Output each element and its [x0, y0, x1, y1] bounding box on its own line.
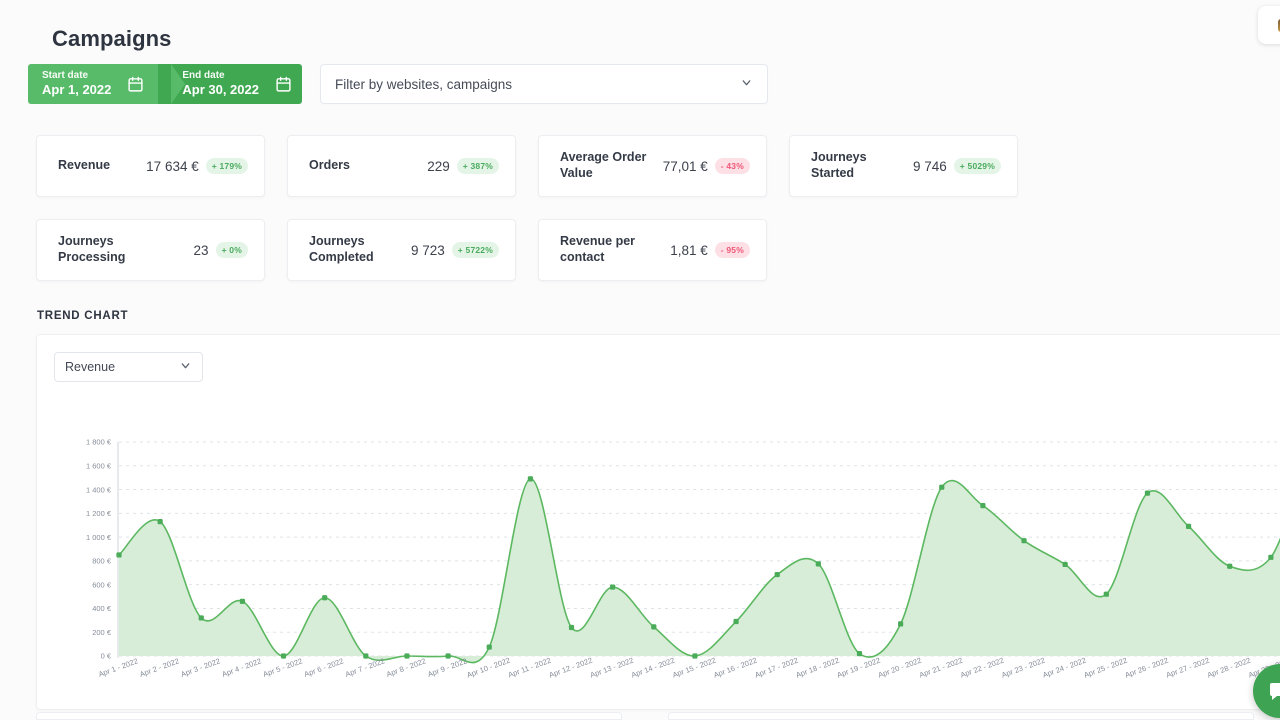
kpi-card-label: Revenue per contact — [560, 234, 664, 265]
svg-text:Apr 16 - 2022: Apr 16 - 2022 — [712, 656, 758, 680]
svg-text:1 400 €: 1 400 € — [86, 485, 112, 494]
page-title: Campaigns — [52, 26, 171, 52]
bottom-peek-card-right[interactable] — [668, 712, 1254, 720]
svg-text:Apr 8 - 2022: Apr 8 - 2022 — [385, 656, 427, 679]
svg-text:Apr 28 - 2022: Apr 28 - 2022 — [1206, 656, 1252, 680]
svg-text:Apr 15 - 2022: Apr 15 - 2022 — [671, 656, 717, 680]
end-date-value: Apr 30, 2022 — [182, 82, 259, 98]
date-range-picker[interactable]: Start date Apr 1, 2022 End date Apr 30, … — [28, 64, 302, 104]
svg-text:1 600 €: 1 600 € — [86, 461, 112, 470]
kpi-card[interactable]: Average Order Value77,01 € - 43% — [538, 135, 767, 197]
svg-text:Apr 25 - 2022: Apr 25 - 2022 — [1083, 656, 1129, 680]
svg-text:Apr 23 - 2022: Apr 23 - 2022 — [1000, 656, 1046, 680]
website-campaign-filter-value: Filter by websites, campaigns — [335, 77, 512, 92]
svg-text:Apr 24 - 2022: Apr 24 - 2022 — [1041, 656, 1087, 680]
kpi-card-label: Average Order Value — [560, 150, 663, 181]
kpi-card-label: Journeys Started — [811, 150, 913, 181]
kpi-card-value: 229 — [427, 159, 450, 174]
kpi-card-label: Journeys Processing — [58, 234, 162, 265]
kpi-card[interactable]: Journeys Completed9 723 + 5722% — [287, 219, 516, 281]
kpi-trend-badge: + 387% — [457, 158, 499, 174]
trend-metric-select[interactable]: Revenue — [54, 352, 203, 382]
svg-text:Apr 4 - 2022: Apr 4 - 2022 — [221, 656, 263, 679]
svg-text:Apr 13 - 2022: Apr 13 - 2022 — [589, 656, 635, 680]
kpi-card[interactable]: Orders 229 + 387% — [287, 135, 516, 197]
svg-text:1 800 €: 1 800 € — [86, 438, 112, 447]
svg-text:1 000 €: 1 000 € — [86, 533, 112, 542]
svg-text:Apr 14 - 2022: Apr 14 - 2022 — [630, 656, 676, 680]
filter-bar: Start date Apr 1, 2022 End date Apr 30, … — [28, 64, 768, 104]
kpi-card-grid: Revenue 17 634 € + 179% Orders 229 + 387% Aver… — [36, 135, 1046, 281]
kpi-card-value: 17 634 € — [146, 159, 199, 174]
svg-text:Apr 7 - 2022: Apr 7 - 2022 — [344, 656, 386, 679]
kpi-card-metrics: 77,01 € - 43% — [663, 158, 750, 174]
kpi-trend-badge: - 43% — [715, 158, 750, 174]
kpi-card[interactable]: Revenue per contact 1,81 € - 95% — [538, 219, 767, 281]
chevron-down-icon — [179, 359, 192, 375]
kpi-trend-badge: + 5029% — [954, 158, 1001, 174]
kpi-card-value: 77,01 € — [663, 159, 708, 174]
kpi-card-metrics: 9 723 + 5722% — [411, 242, 499, 258]
svg-text:Apr 6 - 2022: Apr 6 - 2022 — [303, 656, 345, 679]
svg-text:200 €: 200 € — [92, 628, 112, 637]
kpi-trend-badge: + 179% — [206, 158, 248, 174]
kpi-card-label: Journeys Completed — [309, 234, 411, 265]
svg-text:Apr 26 - 2022: Apr 26 - 2022 — [1124, 656, 1170, 680]
chat-icon — [1268, 679, 1280, 703]
start-date-label: Start date — [42, 70, 111, 82]
svg-text:Apr 17 - 2022: Apr 17 - 2022 — [753, 656, 799, 680]
svg-text:Apr 20 - 2022: Apr 20 - 2022 — [877, 656, 923, 680]
kpi-card-value: 9 723 — [411, 243, 445, 258]
website-campaign-filter-select[interactable]: Filter by websites, campaigns — [320, 64, 768, 104]
kpi-card-label: Revenue — [58, 158, 110, 174]
kpi-card-metrics: 17 634 € + 179% — [146, 158, 248, 174]
start-date-value: Apr 1, 2022 — [42, 82, 111, 98]
kpi-card-metrics: 9 746 + 5029% — [913, 158, 1001, 174]
kpi-trend-badge: - 95% — [715, 242, 750, 258]
trend-metric-value: Revenue — [65, 360, 115, 374]
kpi-card[interactable]: Journeys Started9 746 + 5029% — [789, 135, 1018, 197]
campaigns-dashboard: Campaigns Start date Apr 1, 2022 — [0, 0, 1280, 720]
svg-text:1 200 €: 1 200 € — [86, 509, 112, 518]
calendar-icon — [127, 76, 144, 93]
start-date-picker[interactable]: Start date Apr 1, 2022 — [28, 64, 172, 104]
svg-text:Apr 5 - 2022: Apr 5 - 2022 — [262, 656, 304, 679]
svg-text:Apr 3 - 2022: Apr 3 - 2022 — [179, 656, 221, 679]
kpi-card-label: Orders — [309, 158, 350, 174]
top-right-peek-card[interactable] — [1258, 6, 1280, 44]
svg-text:Apr 2 - 2022: Apr 2 - 2022 — [138, 656, 180, 679]
svg-text:Apr 19 - 2022: Apr 19 - 2022 — [836, 656, 882, 680]
svg-text:0 €: 0 € — [101, 652, 112, 661]
svg-text:Apr 9 - 2022: Apr 9 - 2022 — [426, 656, 468, 679]
svg-text:Apr 11 - 2022: Apr 11 - 2022 — [507, 656, 552, 680]
kpi-card-metrics: 1,81 € - 95% — [670, 242, 750, 258]
kpi-card-value: 23 — [194, 243, 209, 258]
svg-text:Apr 12 - 2022: Apr 12 - 2022 — [548, 656, 594, 680]
trend-chart-section-label: TREND CHART — [37, 310, 128, 322]
chevron-down-icon — [740, 76, 753, 92]
calendar-icon — [275, 76, 292, 93]
kpi-card[interactable]: Journeys Processing 23 + 0% — [36, 219, 265, 281]
revenue-area-chart[interactable]: 0 € 200 € 400 € 600 € 800 € 1 000 € 1 200 € 1 4… — [37, 387, 1280, 710]
svg-text:Apr 22 - 2022: Apr 22 - 2022 — [959, 656, 1005, 680]
svg-text:Apr 21 - 2022: Apr 21 - 2022 — [918, 656, 964, 680]
bottom-peek-card-left[interactable] — [36, 712, 622, 720]
svg-text:600 €: 600 € — [92, 580, 112, 589]
kpi-trend-badge: + 0% — [216, 242, 248, 258]
kpi-card[interactable]: Revenue 17 634 € + 179% — [36, 135, 265, 197]
kpi-card-metrics: 23 + 0% — [194, 242, 248, 258]
kpi-card-metrics: 229 + 387% — [427, 158, 499, 174]
svg-text:800 €: 800 € — [92, 557, 112, 566]
kpi-card-value: 1,81 € — [670, 243, 708, 258]
svg-text:Apr 18 - 2022: Apr 18 - 2022 — [795, 656, 841, 680]
svg-text:Apr 27 - 2022: Apr 27 - 2022 — [1165, 656, 1211, 680]
end-date-label: End date — [182, 70, 259, 82]
kpi-trend-badge: + 5722% — [452, 242, 499, 258]
trend-chart-card: Revenue 0 € 200 € 400 € 600 € 800 € 1 000 € 1 … — [36, 334, 1280, 710]
kpi-card-value: 9 746 — [913, 159, 947, 174]
svg-text:400 €: 400 € — [92, 604, 112, 613]
